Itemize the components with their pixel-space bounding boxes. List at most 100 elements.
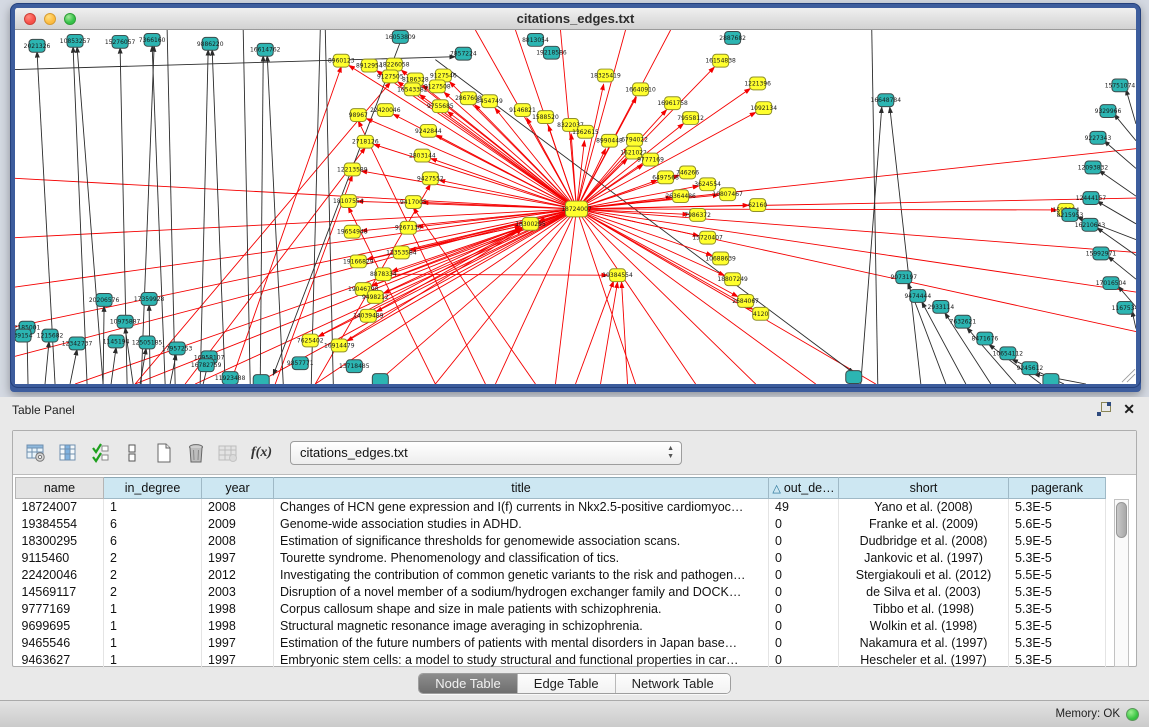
graph-node-yellow[interactable]: 3624554: [694, 178, 721, 191]
graph-node-teal[interactable]: 17016504: [1096, 277, 1127, 290]
table-cell[interactable]: 0: [769, 567, 839, 584]
graph-node-yellow[interactable]: 9427552: [417, 172, 444, 185]
graph-node-teal[interactable]: 12342737: [62, 337, 93, 350]
table-cell[interactable]: 2: [104, 550, 202, 567]
graph-node-teal[interactable]: 20206576: [89, 294, 120, 307]
function-builder-icon[interactable]: f(x): [251, 445, 272, 461]
table-row[interactable]: 911546021997Tourette syndrome. Phenomeno…: [16, 550, 1106, 567]
graph-node-teal[interactable]: [1043, 374, 1059, 384]
column-header-name[interactable]: name: [16, 478, 104, 499]
table-cell[interactable]: Structural magnetic resonance image aver…: [274, 618, 769, 635]
table-row[interactable]: 2242004622012Investigating the contribut…: [16, 567, 1106, 584]
graph-node-teal[interactable]: 16648784: [871, 94, 902, 107]
graph-node-teal[interactable]: 15276057: [105, 35, 136, 48]
table-cell[interactable]: 5.9E-5: [1009, 533, 1106, 550]
table-select-combo[interactable]: citations_edges.txt ▲▼: [290, 441, 682, 465]
table-cell[interactable]: Estimation of significance thresholds fo…: [274, 533, 769, 550]
table-cell[interactable]: 5.3E-5: [1009, 601, 1106, 618]
table-row[interactable]: 946362711997Embryonic stem cells: a mode…: [16, 652, 1106, 669]
column-header-pagerank[interactable]: pagerank: [1009, 478, 1106, 499]
column-header-in_degree[interactable]: in_degree: [104, 478, 202, 499]
graph-node-yellow[interactable]: 16640910: [625, 83, 656, 96]
table-cell[interactable]: 49: [769, 499, 839, 516]
table-cell[interactable]: 1: [104, 601, 202, 618]
graph-node-teal[interactable]: 9227343: [1085, 131, 1112, 144]
table-row[interactable]: 1830029562008Estimation of significance …: [16, 533, 1106, 550]
table-cell[interactable]: Estimation of the future numbers of pati…: [274, 635, 769, 652]
table-cell[interactable]: 1997: [202, 550, 274, 567]
trash-icon[interactable]: [183, 440, 209, 466]
table-cell[interactable]: 2: [104, 567, 202, 584]
table-cell[interactable]: 1: [104, 499, 202, 516]
table-row[interactable]: 1938455462009Genome-wide association stu…: [16, 516, 1106, 533]
table-cell[interactable]: 1998: [202, 601, 274, 618]
table-cell[interactable]: 9463627: [16, 652, 104, 669]
table-cell[interactable]: 0: [769, 601, 839, 618]
graph-node-yellow[interactable]: 18226058: [379, 58, 410, 71]
graph-node-yellow[interactable]: 4120: [753, 307, 769, 320]
graph-node-teal[interactable]: [846, 371, 862, 384]
graph-node-yellow[interactable]: 16154838: [705, 54, 736, 67]
graph-node-teal[interactable]: 13718485: [339, 360, 370, 373]
graph-node-yellow[interactable]: 8990448: [596, 134, 623, 147]
table-cell[interactable]: 6: [104, 533, 202, 550]
table-cell[interactable]: 0: [769, 635, 839, 652]
citation-network-graph[interactable]: 1872400718300295193845548960123891295418…: [15, 30, 1136, 384]
graph-node-yellow[interactable]: 19384554: [602, 269, 633, 282]
table-cell[interactable]: Genome-wide association studies in ADHD.: [274, 516, 769, 533]
graph-node-yellow[interactable]: 6497568: [652, 171, 679, 184]
graph-node-teal[interactable]: 7366160: [139, 33, 166, 46]
table-cell[interactable]: 2008: [202, 499, 274, 516]
graph-node-yellow[interactable]: 746266: [676, 166, 699, 179]
table-cell[interactable]: 0: [769, 533, 839, 550]
row-height-icon[interactable]: [119, 440, 145, 466]
table-cell[interactable]: 5.5E-5: [1009, 567, 1106, 584]
graph-node-yellow[interactable]: 6794022: [621, 133, 648, 146]
table-cell[interactable]: Yano et al. (2008): [839, 499, 1009, 516]
table-cell[interactable]: de Silva et al. (2003): [839, 584, 1009, 601]
graph-node-teal[interactable]: 9886220: [197, 37, 224, 50]
float-panel-icon[interactable]: [1097, 402, 1111, 416]
graph-node-yellow[interactable]: 1588520: [532, 111, 559, 124]
table-cell[interactable]: 5.3E-5: [1009, 584, 1106, 601]
graph-node-teal[interactable]: 12444157: [1076, 192, 1107, 205]
table-cell[interactable]: 0: [769, 550, 839, 567]
table-cell[interactable]: 22420046: [16, 567, 104, 584]
graph-node-teal[interactable]: 11923488: [215, 372, 246, 384]
graph-node-teal[interactable]: 12505185: [132, 336, 163, 349]
table-cell[interactable]: 1998: [202, 618, 274, 635]
table-cell[interactable]: 1997: [202, 652, 274, 669]
table-cell[interactable]: 9699695: [16, 618, 104, 635]
graph-node-teal[interactable]: 9329966: [1095, 105, 1122, 118]
graph-node-teal[interactable]: 7857224: [450, 47, 477, 60]
column-visibility-icon[interactable]: [55, 440, 81, 466]
table-cell[interactable]: 2012: [202, 567, 274, 584]
select-checks-icon[interactable]: [87, 440, 113, 466]
graph-node-teal[interactable]: [372, 374, 388, 384]
table-cell[interactable]: Wolkin et al. (1998): [839, 618, 1009, 635]
table-cell[interactable]: 1997: [202, 635, 274, 652]
table-row[interactable]: 977716911998Corpus callosum shape and si…: [16, 601, 1106, 618]
table-cell[interactable]: 0: [769, 652, 839, 669]
close-panel-icon[interactable]: ✕: [1123, 402, 1135, 416]
network-canvas[interactable]: 1872400718300295193845548960123891295418…: [15, 30, 1136, 384]
graph-node-teal[interactable]: 1167534: [1112, 301, 1136, 314]
graph-node-teal[interactable]: 2887682: [719, 31, 746, 44]
table-cell[interactable]: Disruption of a novel member of a sodium…: [274, 584, 769, 601]
graph-node-teal[interactable]: 8471676: [972, 332, 999, 345]
tab-network-table[interactable]: Network Table: [616, 674, 730, 693]
table-cell[interactable]: 2008: [202, 533, 274, 550]
graph-node-teal[interactable]: 2021326: [24, 39, 51, 52]
graph-node-yellow[interactable]: 62160: [748, 199, 767, 212]
graph-node-teal[interactable]: 10654112: [993, 347, 1024, 360]
table-cell[interactable]: 5.3E-5: [1009, 550, 1106, 567]
graph-node-yellow[interactable]: 98967: [349, 109, 368, 122]
graph-node-teal[interactable]: 16614762: [250, 43, 281, 56]
table-vscrollbar[interactable]: [1114, 499, 1129, 667]
graph-node-yellow[interactable]: 15720407: [692, 231, 723, 244]
graph-node-teal[interactable]: 1145194: [103, 335, 130, 348]
graph-node-teal[interactable]: 16053809: [385, 30, 416, 43]
table-cell[interactable]: 5.3E-5: [1009, 652, 1106, 669]
table-cell[interactable]: 2009: [202, 516, 274, 533]
table-cell[interactable]: Franke et al. (2009): [839, 516, 1009, 533]
